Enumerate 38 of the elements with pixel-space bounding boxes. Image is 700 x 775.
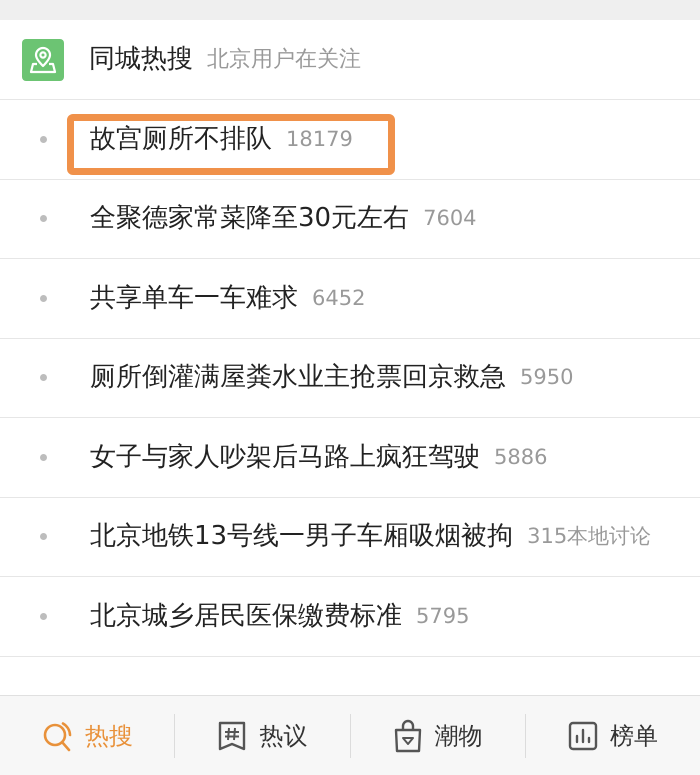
bullet-icon [40, 294, 47, 302]
bullet-icon [40, 215, 47, 222]
shopping-bag-icon [392, 718, 423, 752]
map-pin-icon [22, 38, 64, 80]
hot-search-item[interactable]: 北京地铁13号线一男子车厢吸烟被拘 315本地讨论 [0, 498, 700, 577]
bullet-icon [40, 612, 47, 620]
item-title: 共享单车一车难求 [90, 282, 298, 315]
hot-search-item[interactable]: 故宫厕所不排队 18179 [0, 100, 700, 180]
hashtag-bookmark-icon [217, 720, 248, 752]
item-title: 女子与家人吵架后马路上疯狂驾驶 [90, 440, 480, 474]
hot-search-item[interactable]: 女子与家人吵架后马路上疯狂驾驶 5886 [0, 418, 700, 498]
bullet-icon [40, 374, 47, 382]
item-title: 北京地铁13号线一男子车厢吸烟被拘 [90, 520, 514, 554]
tab[interactable]: 潮物 [392, 718, 483, 754]
item-count: 315本地讨论 [527, 523, 652, 550]
item-count: 5886 [494, 444, 548, 470]
item-count: 7604 [423, 205, 477, 232]
item-count: 6452 [312, 284, 366, 312]
item-title: 故宫厕所不排队 [90, 122, 272, 156]
bullet-icon [40, 136, 47, 143]
bullet-icon [40, 533, 47, 540]
tab[interactable]: 榜单 [568, 718, 658, 754]
item-count: 5795 [416, 602, 470, 630]
search-icon [41, 720, 74, 752]
section-subtitle: 北京用户在关注 [207, 46, 361, 74]
tab[interactable]: 热议 [217, 718, 308, 754]
item-count: 5950 [520, 364, 574, 391]
item-count: 18179 [286, 126, 353, 152]
hot-search-item[interactable]: 全聚德家常菜降至30元左右 7604 [0, 180, 700, 259]
bullet-icon [40, 454, 47, 461]
hot-search-item[interactable]: 厕所倒灌满屋粪水业主抢票回京救急 5950 [0, 338, 700, 418]
hot-search-item[interactable]: 共享单车一车难求 6452 [0, 259, 700, 338]
item-title: 厕所倒灌满屋粪水业主抢票回京救急 [90, 361, 506, 394]
section-title: 同城热搜 [89, 43, 193, 76]
bar-chart-icon [568, 720, 598, 750]
hot-search-item[interactable]: 北京城乡居民医保缴费标准 5795 [0, 577, 700, 656]
item-title: 全聚德家常菜降至30元左右 [90, 202, 410, 236]
item-title: 北京城乡居民医保缴费标准 [90, 600, 402, 633]
